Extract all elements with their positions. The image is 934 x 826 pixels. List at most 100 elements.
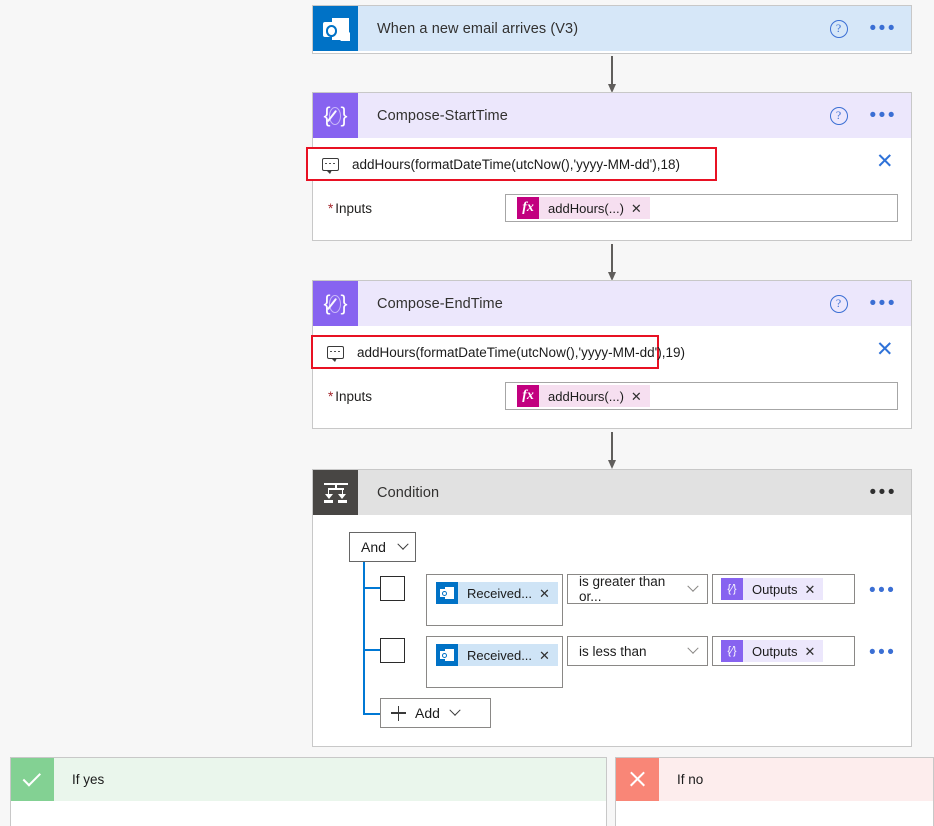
inputs-field[interactable]: fx addHours(...) ✕ [505, 194, 898, 222]
condition-actions: ••• [870, 483, 911, 502]
compose-endtime-title: Compose-EndTime [377, 295, 503, 312]
close-icon [616, 758, 659, 801]
token-label: addHours(...) [548, 200, 624, 216]
expression-tooltip-endtime: addHours(formatDateTime(utcNow(),'yyyy-M… [311, 335, 685, 369]
dynamic-content-token[interactable]: {∕} Outputs ✕ [721, 578, 824, 600]
compose-icon: {} [313, 281, 358, 326]
if-no-branch[interactable]: If no [615, 757, 934, 826]
outlook-icon [436, 644, 458, 666]
if-no-body [616, 801, 933, 826]
condition-row-menu-icon[interactable]: ••• [869, 581, 896, 600]
expression-token[interactable]: fx addHours(...) ✕ [517, 197, 650, 219]
compose-icon: {∕} [721, 578, 743, 600]
dynamic-content-token[interactable]: Received... ✕ [436, 644, 558, 666]
logical-operator-select[interactable]: And [349, 532, 416, 562]
action-card-compose-starttime[interactable]: {} Compose-StartTime ? ••• * Inputs fx ad… [306, 92, 912, 241]
help-icon[interactable]: ? [829, 106, 848, 125]
check-icon [11, 758, 54, 801]
if-yes-body [11, 801, 606, 826]
condition-icon [313, 470, 358, 515]
required-marker: * [328, 388, 334, 404]
condition-row-checkbox[interactable] [380, 638, 405, 663]
trigger-card-actions: ? ••• [829, 19, 911, 38]
expression-token[interactable]: fx addHours(...) ✕ [517, 385, 650, 407]
compose-starttime-menu-icon[interactable]: ••• [870, 106, 897, 125]
add-condition-button[interactable]: Add [380, 698, 491, 728]
chevron-down-icon [687, 642, 699, 654]
condition-tree-branch [363, 587, 380, 589]
compose-endtime-menu-icon[interactable]: ••• [870, 294, 897, 313]
token-label: Outputs [752, 643, 798, 659]
token-remove-icon[interactable]: ✕ [631, 202, 650, 215]
if-yes-label: If yes [72, 772, 105, 787]
intellisense-tooltip-icon [322, 157, 339, 174]
trigger-card-header[interactable]: When a new email arrives (V3) ? ••• [313, 6, 911, 51]
inputs-label-text: Inputs [335, 200, 373, 216]
tooltip-close-icon[interactable]: ✕ [876, 151, 894, 172]
if-yes-branch[interactable]: If yes [10, 757, 607, 826]
token-remove-icon[interactable]: ✕ [539, 649, 558, 662]
compose-starttime-header[interactable]: {} Compose-StartTime ? ••• [313, 93, 911, 138]
action-card-compose-endtime[interactable]: {} Compose-EndTime ? ••• * Inputs fx addH… [311, 280, 912, 429]
condition-operator-select[interactable]: is greater than or... [567, 574, 708, 604]
intellisense-tooltip-icon [327, 345, 344, 362]
expression-tooltip-text: addHours(formatDateTime(utcNow(),'yyyy-M… [357, 344, 685, 360]
token-label: Outputs [752, 581, 798, 597]
if-yes-header[interactable]: If yes [11, 758, 606, 801]
if-no-header[interactable]: If no [616, 758, 933, 801]
compose-starttime-title: Compose-StartTime [377, 107, 508, 124]
condition-value-field[interactable]: {∕} Outputs ✕ [712, 574, 855, 604]
condition-operator-select[interactable]: is less than [567, 636, 708, 666]
condition-operator-value: is greater than or... [579, 574, 666, 604]
outlook-icon [313, 6, 358, 51]
condition-row: Received... ✕ is less than {∕} Outputs ✕… [380, 636, 896, 688]
trigger-title: When a new email arrives (V3) [377, 20, 579, 37]
fx-icon: fx [517, 197, 540, 219]
help-icon[interactable]: ? [829, 19, 848, 38]
logical-operator-value: And [361, 539, 386, 555]
trigger-card[interactable]: When a new email arrives (V3) ? ••• [312, 5, 912, 54]
dynamic-content-token[interactable]: Received... ✕ [436, 582, 558, 604]
inputs-label: * Inputs [328, 389, 372, 404]
condition-operand-field[interactable]: Received... ✕ [426, 636, 563, 688]
connector-arrow [608, 56, 617, 93]
condition-operator-value: is less than [579, 643, 647, 659]
condition-row: Received... ✕ is greater than or... {∕} … [380, 574, 896, 626]
connector-arrow [608, 244, 617, 281]
inputs-label-text: Inputs [335, 388, 373, 404]
token-remove-icon[interactable]: ✕ [539, 587, 558, 600]
token-label: addHours(...) [548, 388, 624, 404]
required-marker: * [328, 200, 334, 216]
token-label: Received... [467, 585, 533, 601]
token-remove-icon[interactable]: ✕ [805, 645, 824, 658]
condition-card[interactable]: Condition ••• And Received... ✕ is great… [312, 469, 912, 747]
condition-tree-branch [363, 713, 380, 715]
expression-tooltip-text: addHours(formatDateTime(utcNow(),'yyyy-M… [352, 156, 680, 172]
tooltip-close-icon[interactable]: ✕ [876, 339, 894, 360]
if-no-label: If no [677, 772, 704, 787]
condition-row-checkbox[interactable] [380, 576, 405, 601]
dynamic-content-token[interactable]: {∕} Outputs ✕ [721, 640, 824, 662]
compose-icon: {} [313, 93, 358, 138]
plus-icon [391, 705, 406, 721]
compose-icon: {∕} [721, 640, 743, 662]
compose-starttime-inputs-row: * Inputs fx addHours(...) ✕ [328, 194, 898, 222]
chevron-down-icon [687, 580, 699, 592]
token-label: Received... [467, 647, 533, 663]
trigger-menu-icon[interactable]: ••• [870, 19, 897, 38]
fx-icon: fx [517, 385, 540, 407]
inputs-field[interactable]: fx addHours(...) ✕ [505, 382, 898, 410]
token-remove-icon[interactable]: ✕ [631, 390, 650, 403]
connector-arrow [608, 432, 617, 469]
condition-menu-icon[interactable]: ••• [870, 483, 897, 502]
expression-tooltip-starttime: addHours(formatDateTime(utcNow(),'yyyy-M… [306, 147, 717, 181]
condition-value-field[interactable]: {∕} Outputs ✕ [712, 636, 855, 666]
chevron-down-icon [449, 704, 461, 716]
token-remove-icon[interactable]: ✕ [805, 583, 824, 596]
help-icon[interactable]: ? [829, 294, 848, 313]
inputs-label: * Inputs [328, 201, 372, 216]
condition-header[interactable]: Condition ••• [313, 470, 911, 515]
compose-endtime-header[interactable]: {} Compose-EndTime ? ••• [313, 281, 911, 326]
condition-operand-field[interactable]: Received... ✕ [426, 574, 563, 626]
condition-row-menu-icon[interactable]: ••• [869, 643, 896, 662]
